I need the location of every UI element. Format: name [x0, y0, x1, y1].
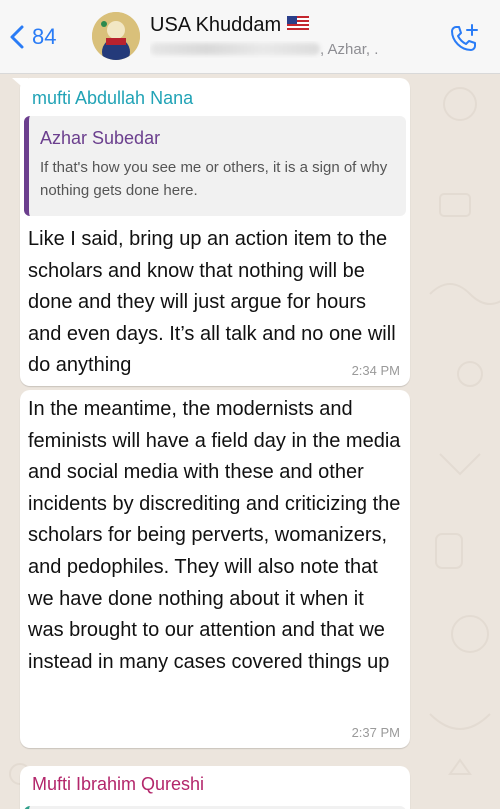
message-bubble[interactable]: In the meantime, the modernists and femi…	[20, 390, 410, 748]
quoted-sender: Azhar Subedar	[40, 128, 161, 148]
us-flag-icon	[287, 16, 310, 30]
message-bubble[interactable]: Mufti Ibrahim Qureshi	[20, 766, 410, 809]
message-sender: Mufti Ibrahim Qureshi	[32, 774, 205, 794]
group-avatar[interactable]	[92, 12, 140, 60]
message-text: In the meantime, the modernists and femi…	[28, 398, 401, 673]
chevron-left-icon	[10, 25, 24, 49]
group-members: , Azhar, .	[150, 41, 420, 58]
quoted-text: If that's how you see me or others, it i…	[40, 159, 388, 199]
chat-area[interactable]: mufti Abdullah Nana Azhar Subedar If tha…	[0, 74, 500, 809]
back-button[interactable]: 84	[8, 22, 56, 52]
members-visible: , Azhar, .	[320, 41, 379, 58]
group-title[interactable]: USA Khuddam	[150, 14, 310, 37]
quoted-reply[interactable]: Azhar Subedar If that's how you see me o…	[24, 116, 406, 216]
message-time: 2:37 PM	[351, 725, 400, 740]
add-call-icon[interactable]	[448, 22, 480, 54]
message-text: Like I said, bring up an action item to …	[28, 228, 396, 376]
chat-header: 84 USA Khuddam , Azhar, .	[0, 0, 500, 74]
message-bubble[interactable]: mufti Abdullah Nana Azhar Subedar If tha…	[20, 78, 410, 386]
message-time: 2:34 PM	[351, 363, 400, 378]
group-name: USA Khuddam	[150, 14, 282, 36]
unread-count: 84	[32, 24, 57, 49]
redacted-members	[150, 43, 320, 55]
message-sender: mufti Abdullah Nana	[32, 88, 194, 108]
